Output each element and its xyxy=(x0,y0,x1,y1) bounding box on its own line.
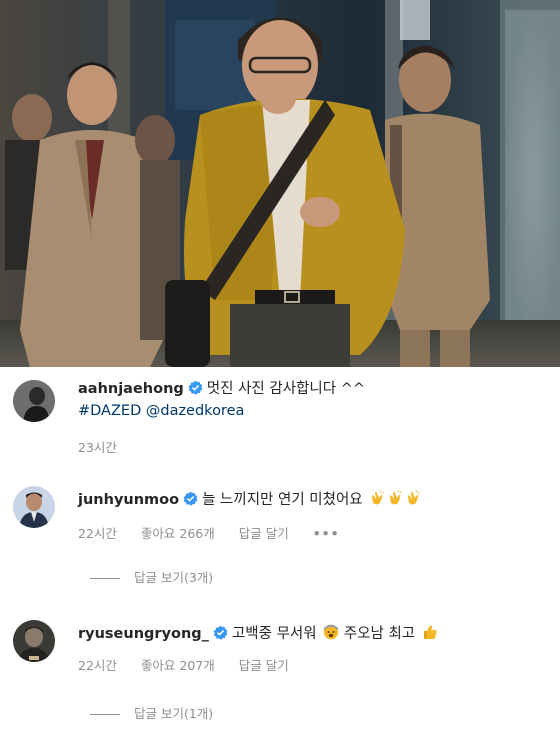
comment-junhyunmoo: junhyunmoo 늘 느끼지만 연기 미쳤어요 22시간 좋아요 266개 답… xyxy=(0,480,560,600)
view-replies-label: 답글 보기(3개) xyxy=(134,570,214,585)
comment-username[interactable]: aahnjaehong xyxy=(78,381,184,397)
comment-username[interactable]: junhyunmoo xyxy=(78,492,179,508)
comment-text: 늘 느끼지만 연기 미쳤어요 xyxy=(202,492,363,508)
likes-count[interactable]: 좋아요 207개 xyxy=(141,658,215,673)
comment-ryuseungryong: ryuseungryong_ 고백중 무서워 주오남 최고 22시간 좋아요 20… xyxy=(0,612,560,735)
divider xyxy=(90,578,120,579)
mention-link[interactable]: @dazedkorea xyxy=(146,403,245,419)
comment-text-b: 주오남 최고 xyxy=(343,626,416,642)
verified-badge-icon xyxy=(183,491,198,506)
avatar[interactable] xyxy=(13,380,55,422)
post-photo xyxy=(0,0,560,367)
avatar[interactable] xyxy=(13,486,55,528)
clapping-hands-icon xyxy=(369,490,385,506)
reply-button[interactable]: 답글 달기 xyxy=(239,526,289,541)
hashtag-link[interactable]: #DAZED xyxy=(78,403,141,419)
clapping-hands-icon xyxy=(405,490,421,506)
avatar[interactable] xyxy=(13,620,55,662)
likes-count[interactable]: 좋아요 266개 xyxy=(141,526,215,541)
comment-text-a: 고백중 무서워 xyxy=(231,626,317,642)
reply-button[interactable]: 답글 달기 xyxy=(239,658,289,673)
view-replies-button[interactable]: 답글 보기(3개) xyxy=(90,570,213,586)
comment-text: 멋진 사진 감사합니다 ^^ xyxy=(206,381,365,397)
comment-timestamp[interactable]: 23시간 xyxy=(78,440,117,455)
clapping-hands-icon xyxy=(387,490,403,506)
fearful-face-icon xyxy=(323,624,339,640)
comment-aahnjaehong: aahnjaehong 멋진 사진 감사합니다 ^^ #DAZED @dazedk… xyxy=(0,367,560,467)
verified-badge-icon xyxy=(188,380,203,395)
comment-timestamp[interactable]: 22시간 xyxy=(78,526,117,541)
comment-timestamp[interactable]: 22시간 xyxy=(78,658,117,673)
view-replies-button[interactable]: 답글 보기(1개) xyxy=(90,706,213,722)
view-replies-label: 답글 보기(1개) xyxy=(134,706,214,721)
thumbs-up-icon xyxy=(422,624,438,640)
divider xyxy=(90,714,120,715)
more-options-icon[interactable]: ••• xyxy=(313,526,340,541)
verified-badge-icon xyxy=(213,625,228,640)
comment-username[interactable]: ryuseungryong_ xyxy=(78,626,209,642)
